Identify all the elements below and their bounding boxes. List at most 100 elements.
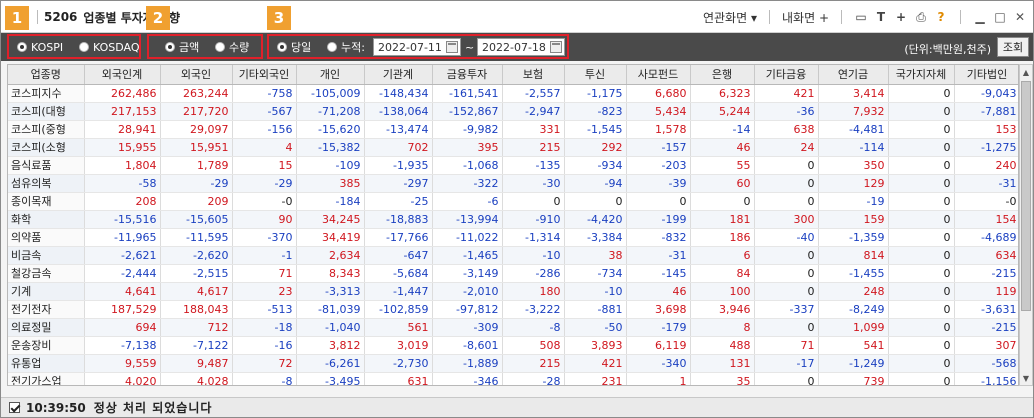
- sector-name-cell: 코스피(중형: [8, 120, 85, 139]
- table-row[interactable]: 종이목재 208 209 -0 -184 -25 -6 0 0 0 0 0 -19 0 -0: [8, 192, 1018, 211]
- column-header[interactable]: 은행: [690, 65, 755, 85]
- value-cell: -568: [954, 354, 1018, 373]
- table-row[interactable]: 음식료품 1,804 1,789 15 -109 -1,935 -1,068 -135 -934…: [8, 156, 1018, 175]
- sector-name-cell: 철강금속: [8, 264, 85, 283]
- table-row[interactable]: 전기가스업 4,020 4,028 -8 -3,495 631 -346 -28 231 1 35 0…: [8, 372, 1018, 385]
- table-row[interactable]: 운송장비 -7,138 -7,122 -16 3,812 3,019 -8,601 508 3,…: [8, 336, 1018, 355]
- calendar-icon[interactable]: [550, 41, 562, 53]
- value-cell: 263,244: [160, 84, 233, 103]
- column-header[interactable]: 연기금: [818, 65, 889, 85]
- table-row[interactable]: 코스피지수 262,486 263,244 -758 -105,009 -148,434-…: [8, 84, 1018, 103]
- column-header[interactable]: 기타외국인: [232, 65, 297, 85]
- radio-amount[interactable]: 금액: [165, 39, 199, 55]
- value-cell: 3,019: [364, 336, 433, 355]
- scroll-down-icon[interactable]: ▼: [1020, 371, 1032, 385]
- print-icon[interactable]: ⎙: [914, 10, 928, 24]
- value-cell: 1,578: [626, 120, 691, 139]
- table-row[interactable]: 의약품 -11,965 -11,595 -370 34,419 -17,766 -11,02…: [8, 228, 1018, 247]
- column-header[interactable]: 기관계: [364, 65, 433, 85]
- related-screens-menu[interactable]: 연관화면 ▾: [703, 9, 757, 26]
- value-cell: -7,122: [160, 336, 233, 355]
- value-cell: -179: [626, 318, 691, 337]
- maximize-icon[interactable]: □: [993, 10, 1007, 24]
- column-header[interactable]: 업종명: [8, 65, 85, 85]
- value-cell: 72: [232, 354, 297, 373]
- value-cell: -4,481: [818, 120, 889, 139]
- sector-name-cell: 비금속: [8, 246, 85, 265]
- value-cell: -3,313: [296, 282, 365, 301]
- investor-table[interactable]: 업종명 외국인계 외국인 기타외국인 개인 기관계 금융투자 보험 투신 사모펀드 은행 기타금융 연기…: [7, 64, 1019, 386]
- screen-code: 5206: [44, 10, 78, 24]
- column-header[interactable]: 기타법인: [954, 65, 1018, 85]
- table-row[interactable]: 비금속 -2,621 -2,620 -1 2,634 -647 -1,465 -10 38 -31…: [8, 246, 1018, 265]
- value-cell: 0: [888, 192, 955, 211]
- help-icon[interactable]: ?: [934, 10, 948, 24]
- value-cell: 694: [84, 318, 161, 337]
- value-cell: -31: [954, 174, 1018, 193]
- value-cell: -25: [364, 192, 433, 211]
- table-row[interactable]: 기계 4,641 4,617 23 -3,313 -1,447 -2,010 180 -10 46…: [8, 282, 1018, 301]
- sector-name-cell: 의료정밀: [8, 318, 85, 337]
- value-cell: 421: [564, 354, 627, 373]
- value-cell: 38: [564, 246, 627, 265]
- value-cell: 4,020: [84, 372, 161, 385]
- radio-kosdaq[interactable]: KOSDAQ: [79, 39, 140, 55]
- table-row[interactable]: 철강금속 -2,444 -2,515 71 8,343 -5,684 -3,149 -286-…: [8, 264, 1018, 283]
- radio-quantity[interactable]: 수량: [215, 39, 249, 55]
- table-row[interactable]: 유통업 9,559 9,487 72 -6,261 -2,730 -1,889 215 421-…: [8, 354, 1018, 373]
- column-header[interactable]: 기타금융: [754, 65, 819, 85]
- value-cell: 0: [690, 192, 755, 211]
- column-header[interactable]: 투신: [564, 65, 627, 85]
- value-cell: -203: [626, 156, 691, 175]
- column-header[interactable]: 금융투자: [432, 65, 503, 85]
- view-button[interactable]: 조회: [997, 37, 1029, 57]
- value-cell: 0: [754, 246, 819, 265]
- radio-kosdaq-label: KOSDAQ: [93, 40, 140, 54]
- table-row[interactable]: 코스피(중형 28,941 29,097 -156 -15,620 -13,474 -9,9…: [8, 120, 1018, 139]
- value-cell: -647: [364, 246, 433, 265]
- table-row[interactable]: 코스피(대형 217,153 217,720 -567 -71,208 -138,064-…: [8, 102, 1018, 121]
- monitor-icon[interactable]: ▭: [854, 10, 868, 24]
- checkbox-icon[interactable]: [9, 402, 20, 413]
- value-cell: -58: [84, 174, 161, 193]
- close-icon[interactable]: ✕: [1013, 10, 1027, 24]
- value-cell: -184: [296, 192, 365, 211]
- value-cell: -3,384: [564, 228, 627, 247]
- minimize-icon[interactable]: ▁: [973, 10, 987, 24]
- table-row[interactable]: 의료정밀 694 712 -18 -1,040 561 -309 -8 -50 -179 8 0 1,0…: [8, 318, 1018, 337]
- value-cell: -97,812: [432, 300, 503, 319]
- scroll-up-icon[interactable]: ▲: [1020, 65, 1032, 79]
- column-header[interactable]: 외국인: [160, 65, 233, 85]
- value-cell: 0: [754, 318, 819, 337]
- text-icon[interactable]: T: [874, 10, 888, 24]
- radio-cumulative[interactable]: 누적 :: [327, 39, 365, 55]
- value-cell: 5,244: [690, 102, 755, 121]
- value-cell: -1,359: [818, 228, 889, 247]
- value-cell: 46: [690, 138, 755, 157]
- table-row[interactable]: 코스피(소형 15,955 15,951 4 -15,382 702 395 215 292 -1…: [8, 138, 1018, 157]
- value-cell: -1,156: [954, 372, 1018, 385]
- column-header[interactable]: 사모펀드: [626, 65, 691, 85]
- radio-today[interactable]: 당일: [277, 39, 311, 55]
- my-screens-menu[interactable]: 내화면 +: [782, 9, 829, 26]
- value-cell: 0: [754, 192, 819, 211]
- table-row[interactable]: 섬유의복 -58 -29 -29 385 -297 -322 -30 -94 -39 60 0 129 0…: [8, 174, 1018, 193]
- calendar-icon[interactable]: [446, 41, 458, 53]
- scroll-thumb[interactable]: [1021, 81, 1031, 311]
- value-cell: 8,343: [296, 264, 365, 283]
- vertical-scrollbar[interactable]: ▲ ▼: [1019, 64, 1033, 386]
- column-header[interactable]: 외국인계: [84, 65, 161, 85]
- column-header[interactable]: 개인: [296, 65, 365, 85]
- radio-kospi[interactable]: KOSPI: [17, 39, 63, 55]
- table-row[interactable]: 화학 -15,516 -15,605 90 34,245 -18,883 -13,994 -9…: [8, 210, 1018, 229]
- date-from-field[interactable]: 2022-07-11: [373, 38, 461, 56]
- table-row[interactable]: 전기전자 187,529 188,043 -513 -81,039 -102,859 -97…: [8, 300, 1018, 319]
- date-to-field[interactable]: 2022-07-18: [477, 38, 565, 56]
- plus-icon[interactable]: +: [894, 10, 908, 24]
- column-header[interactable]: 국가지자체: [888, 65, 955, 85]
- value-cell: 4: [232, 138, 297, 157]
- column-header[interactable]: 보험: [502, 65, 565, 85]
- value-cell: -36: [754, 102, 819, 121]
- value-cell: 0: [888, 138, 955, 157]
- divider: [841, 10, 842, 24]
